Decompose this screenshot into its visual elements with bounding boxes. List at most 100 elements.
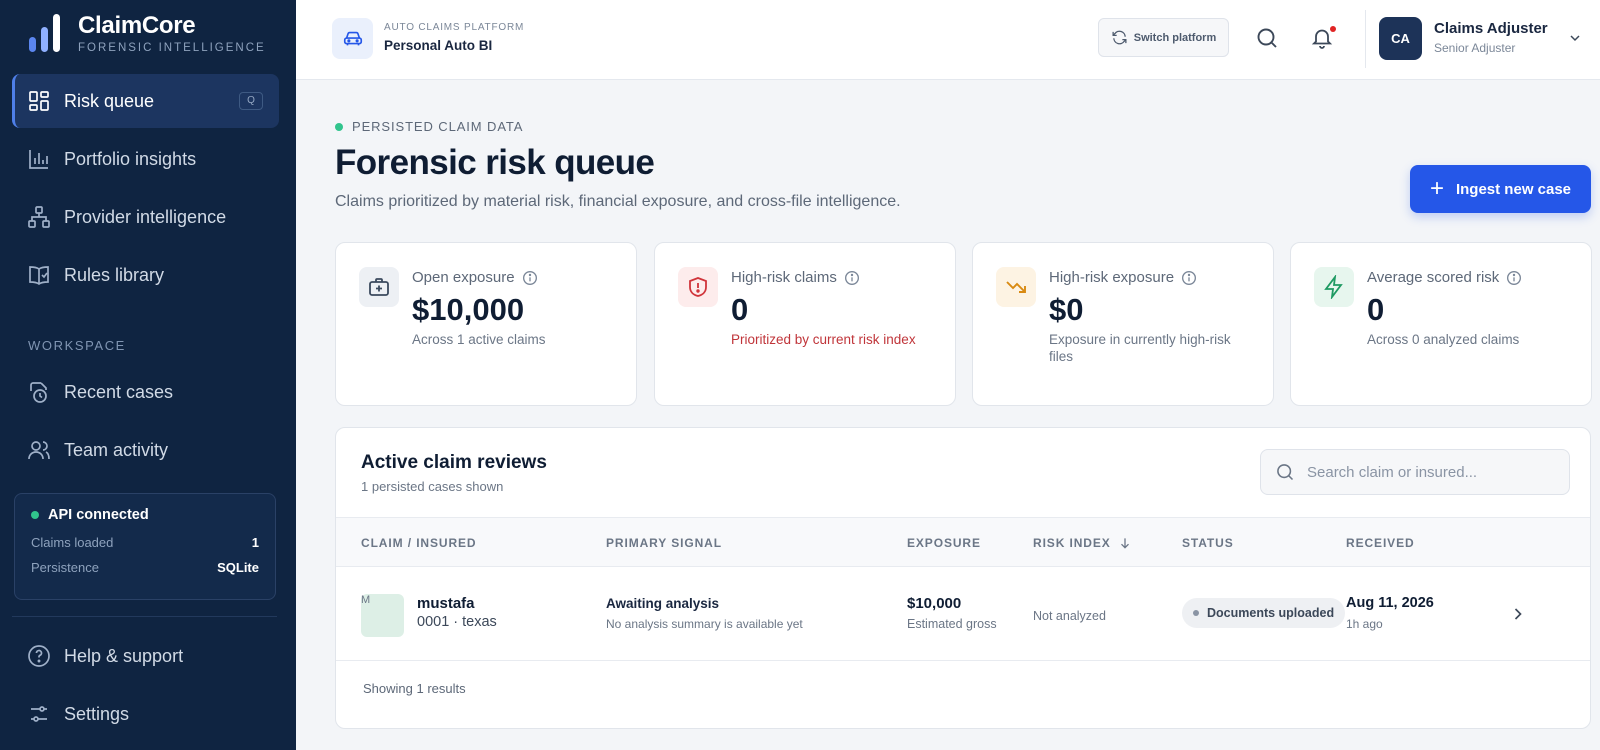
- api-status-label: API connected: [48, 507, 149, 523]
- kpi-label: High-risk exposure: [1049, 269, 1197, 286]
- kpi-note: Prioritized by current risk index: [731, 332, 916, 347]
- sidebar-divider: [12, 616, 277, 617]
- column-header-label: RISK INDEX: [1033, 536, 1111, 550]
- kpi-label: High-risk claims: [731, 269, 860, 286]
- shortcut-badge: Q: [239, 92, 263, 110]
- kpi-average-scored-risk: Average scored risk 0 Across 0 analyzed …: [1290, 242, 1592, 406]
- book-check-icon: [29, 266, 49, 286]
- persisted-data-eyebrow: PERSISTED CLAIM DATA: [335, 119, 523, 134]
- table-header: CLAIM / INSURED PRIMARY SIGNAL EXPOSURE …: [336, 517, 1590, 567]
- nav-portfolio-insights[interactable]: Portfolio insights: [12, 132, 279, 186]
- column-header-received[interactable]: RECEIVED: [1346, 536, 1415, 550]
- persistence-label: Persistence: [31, 560, 99, 575]
- users-icon: [28, 441, 50, 460]
- column-header-status[interactable]: STATUS: [1182, 536, 1234, 550]
- exposure-detail: Estimated gross: [907, 617, 997, 631]
- chevron-right-icon[interactable]: [1508, 604, 1528, 624]
- kpi-label: Open exposure: [412, 269, 538, 286]
- nav-label: Risk queue: [64, 90, 155, 111]
- search-field[interactable]: [1260, 449, 1570, 495]
- column-header-risk-index[interactable]: RISK INDEX: [1033, 536, 1132, 550]
- clock-document-icon: [30, 382, 47, 403]
- results-count: Showing 1 results: [363, 681, 466, 696]
- table-row[interactable]: M mustafa 0001 · texas Awaiting analysis…: [336, 567, 1590, 661]
- info-icon[interactable]: [1506, 270, 1522, 286]
- info-icon[interactable]: [522, 270, 538, 286]
- kpi-note: Across 0 analyzed claims: [1367, 332, 1520, 347]
- nav-recent-cases[interactable]: Recent cases: [12, 365, 279, 419]
- switch-platform-label: Switch platform: [1133, 31, 1217, 44]
- received-ago: 1h ago: [1346, 617, 1383, 631]
- nav-help-support[interactable]: Help & support: [12, 629, 279, 683]
- status-label: Documents uploaded: [1207, 606, 1335, 620]
- eyebrow-label: PERSISTED CLAIM DATA: [352, 119, 524, 134]
- nav-team-activity[interactable]: Team activity: [12, 423, 279, 477]
- search-input[interactable]: [1307, 463, 1557, 481]
- info-icon[interactable]: [1181, 270, 1197, 286]
- bolt-icon: [1314, 267, 1354, 307]
- table-title: Active claim reviews: [361, 452, 547, 473]
- top-header: AUTO CLAIMS PLATFORM Personal Auto BI Sw…: [296, 0, 1600, 80]
- kpi-label-text: High-risk claims: [731, 269, 837, 286]
- shield-alert-icon: [678, 267, 718, 307]
- status-dot: [1193, 610, 1199, 616]
- ingest-new-case-button[interactable]: + Ingest new case: [1410, 165, 1591, 213]
- search-icon: [1277, 464, 1294, 481]
- switch-platform-button[interactable]: Switch platform: [1098, 18, 1229, 57]
- nav-label: Rules library: [64, 264, 165, 285]
- claims-loaded-value: 1: [251, 535, 259, 550]
- nav-settings[interactable]: Settings: [12, 687, 279, 741]
- status-dot: [31, 511, 39, 519]
- car-icon: [332, 18, 373, 59]
- column-header-exposure[interactable]: EXPOSURE: [907, 536, 981, 550]
- active-claim-reviews-card: Active claim reviews 1 persisted cases s…: [335, 427, 1591, 729]
- network-icon: [28, 206, 50, 228]
- nav-label: Team activity: [64, 439, 169, 460]
- nav-provider-intelligence[interactable]: Provider intelligence: [12, 190, 279, 244]
- kpi-label-text: Open exposure: [412, 269, 515, 286]
- search-icon[interactable]: [1255, 26, 1279, 50]
- column-header-signal[interactable]: PRIMARY SIGNAL: [606, 536, 722, 550]
- platform-eyebrow: AUTO CLAIMS PLATFORM: [384, 22, 525, 33]
- table-subtitle: 1 persisted cases shown: [361, 479, 504, 494]
- thumbnail-initial: M: [361, 594, 371, 606]
- nav-risk-queue[interactable]: Risk queue Q: [12, 74, 279, 128]
- brand-name: ClaimCore: [78, 12, 196, 39]
- brand[interactable]: ClaimCore FORENSIC INTELLIGENCE: [28, 12, 266, 54]
- risk-index-value: Not analyzed: [1033, 609, 1106, 623]
- status-badge: Documents uploaded: [1182, 598, 1346, 628]
- user-name[interactable]: Claims Adjuster: [1434, 20, 1548, 37]
- sliders-icon: [31, 706, 47, 722]
- kpi-value: $0: [1049, 292, 1084, 327]
- claim-thumbnail: M: [361, 594, 404, 637]
- column-header-claim[interactable]: CLAIM / INSURED: [361, 536, 477, 550]
- bar-chart-icon: [29, 150, 48, 169]
- chevron-down-icon[interactable]: [1567, 30, 1583, 46]
- api-status-title: API connected: [31, 507, 259, 523]
- kpi-value: 0: [731, 292, 749, 327]
- nav-label: Help & support: [64, 645, 184, 666]
- persistence-value: SQLite: [217, 560, 259, 575]
- kpi-note: Across 1 active claims: [412, 332, 546, 347]
- help-circle-icon: [28, 645, 50, 667]
- brand-subtitle: FORENSIC INTELLIGENCE: [78, 42, 266, 54]
- platform-name: Personal Auto BI: [384, 38, 493, 53]
- avatar[interactable]: CA: [1379, 17, 1422, 60]
- claims-loaded-row: Claims loaded 1: [31, 535, 259, 550]
- refresh-icon: [1112, 30, 1127, 45]
- ingest-label: Ingest new case: [1455, 180, 1572, 198]
- primary-signal: Awaiting analysis: [606, 596, 720, 611]
- exposure-value: $10,000: [907, 595, 962, 612]
- kpi-high-risk-claims: High-risk claims 0 Prioritized by curren…: [654, 242, 956, 406]
- info-icon[interactable]: [844, 270, 860, 286]
- user-role: Senior Adjuster: [1434, 41, 1516, 55]
- persistence-row: Persistence SQLite: [31, 560, 259, 575]
- insured-name: mustafa: [417, 595, 475, 612]
- medical-case-icon: [359, 267, 399, 307]
- claims-loaded-label: Claims loaded: [31, 535, 114, 550]
- kpi-value: 0: [1367, 292, 1385, 327]
- trend-down-icon: [996, 267, 1036, 307]
- received-date: Aug 11, 2026: [1346, 595, 1434, 611]
- nav-rules-library[interactable]: Rules library: [12, 248, 279, 302]
- page-subtitle: Claims prioritized by material risk, fin…: [335, 193, 901, 210]
